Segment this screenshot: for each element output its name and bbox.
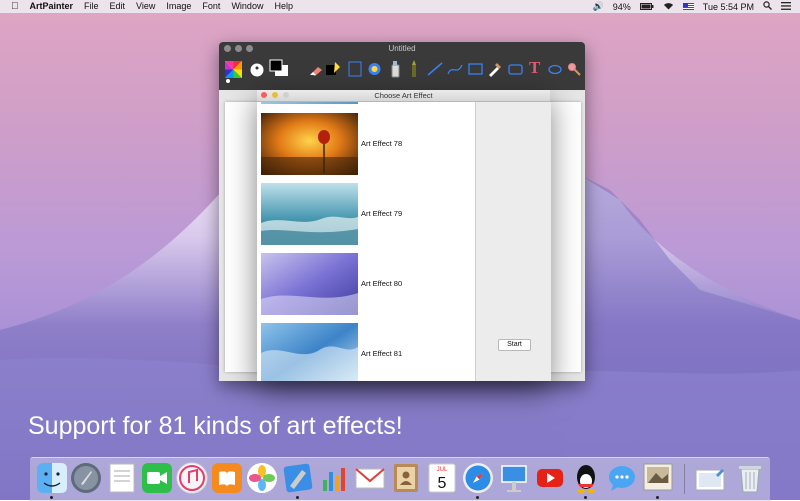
safari-icon[interactable] [462,462,494,494]
itunes-icon[interactable] [176,462,208,494]
rounded-rect-tool-icon[interactable] [508,64,523,75]
start-button[interactable]: Start [498,339,531,351]
keynote-icon[interactable] [498,462,530,494]
effect-row-79[interactable]: Art Effect 79 [257,183,475,245]
dock: JUL 5 [30,457,770,501]
effect-label-81: Art Effect 81 [361,349,403,358]
volume-icon[interactable]: 🔊 [593,1,604,12]
menubar-clock[interactable]: Tue 5:54 PM [703,2,754,12]
effect-thumbnail-78 [261,113,358,175]
effect-row-81[interactable]: Art Effect 81 [257,323,475,381]
choose-art-effect-dialog: Choose Art Effect Art Effect 78 Art Effe… [257,90,551,381]
effect-thumbnail-80 [261,253,358,315]
effect-label-79: Art Effect 79 [361,209,403,218]
photos-icon[interactable] [246,462,278,494]
brush-size-icon[interactable] [250,63,264,77]
effect-thumbnail-81 [261,323,358,381]
battery-percent: 94% [612,1,631,12]
xcode-icon[interactable] [282,462,314,494]
effect-row-78[interactable]: Art Effect 78 [257,113,475,175]
calendar-month-label: JUL [437,467,448,473]
menu-image[interactable]: Image [166,0,191,13]
numbers-icon[interactable] [318,462,350,494]
mail-icon[interactable] [354,462,386,494]
line-tool-icon[interactable] [427,62,443,76]
menu-file[interactable]: File [84,0,99,13]
dock-separator [684,464,685,494]
xcode-running-indicator [296,496,299,499]
launchpad-icon[interactable] [70,462,102,494]
flag-us-icon[interactable] [682,2,694,12]
menu-app-name[interactable]: ArtPainter [30,0,74,13]
dialog-title: Choose Art Effect [374,91,433,100]
menu-edit[interactable]: Edit [110,0,126,13]
select-rect-icon[interactable] [348,61,362,77]
ibooks-icon[interactable] [211,462,243,494]
text-tool-icon[interactable]: T [529,58,540,78]
safari-running-indicator [476,496,479,499]
qq-icon[interactable] [570,462,602,494]
crayon-icon[interactable] [409,60,419,78]
curve-tool-icon[interactable] [447,62,463,76]
spotlight-icon[interactable] [763,1,772,12]
fill-black-icon[interactable] [325,61,341,77]
apple-menu-icon[interactable]:  [11,0,19,13]
notification-center-icon[interactable] [781,1,791,12]
finder-running-indicator [50,496,53,499]
artpainter-icon[interactable] [642,462,674,494]
battery-icon[interactable] [639,2,654,12]
menu-help[interactable]: Help [274,0,293,13]
qq-running-indicator [584,496,587,499]
calendar-day-label: 5 [438,475,447,492]
facetime-icon[interactable] [141,462,173,494]
color-wheel-icon[interactable] [224,60,243,84]
menu-bar:  ArtPainter File Edit View Image Font W… [0,0,800,13]
stamp-icon[interactable] [367,62,382,76]
youtube-icon[interactable] [534,462,566,494]
finder-icon[interactable] [36,462,68,494]
eraser-icon[interactable] [309,64,323,76]
messages-icon[interactable] [606,462,638,494]
preview-icon[interactable] [694,462,726,494]
effect-thumbnail-79 [261,183,358,245]
magnifier-tool-icon[interactable] [567,62,581,76]
textedit-icon[interactable] [106,462,138,494]
promo-caption: Support for 81 kinds of art effects! [28,412,403,440]
menu-font[interactable]: Font [202,0,220,13]
menu-window[interactable]: Window [231,0,263,13]
paint-titlebar: Untitled T [219,42,585,90]
trash-icon[interactable] [734,462,766,494]
dialog-titlebar: Choose Art Effect [257,90,550,102]
window-title: Untitled [388,44,416,53]
menu-view[interactable]: View [136,0,155,13]
effect-options-panel: Start [475,102,551,381]
calendar-icon[interactable]: JUL 5 [426,462,458,494]
effect-label-78: Art Effect 78 [361,139,403,148]
effect-list[interactable]: Art Effect 78 Art Effect 79 Art Effect 8… [257,102,475,381]
effect-thumbnail-77-partial[interactable] [257,102,475,104]
wifi-icon[interactable] [663,2,674,12]
effect-row-80[interactable]: Art Effect 80 [257,253,475,315]
contacts-icon[interactable] [390,462,422,494]
artpainter-running-indicator [656,496,659,499]
fg-bg-color-icon[interactable] [269,59,289,77]
rectangle-tool-icon[interactable] [468,63,483,75]
effect-label-80: Art Effect 80 [361,279,403,288]
eyedropper-icon[interactable] [487,60,503,77]
ellipse-tool-icon[interactable] [548,64,562,75]
spray-can-icon[interactable] [389,60,401,78]
